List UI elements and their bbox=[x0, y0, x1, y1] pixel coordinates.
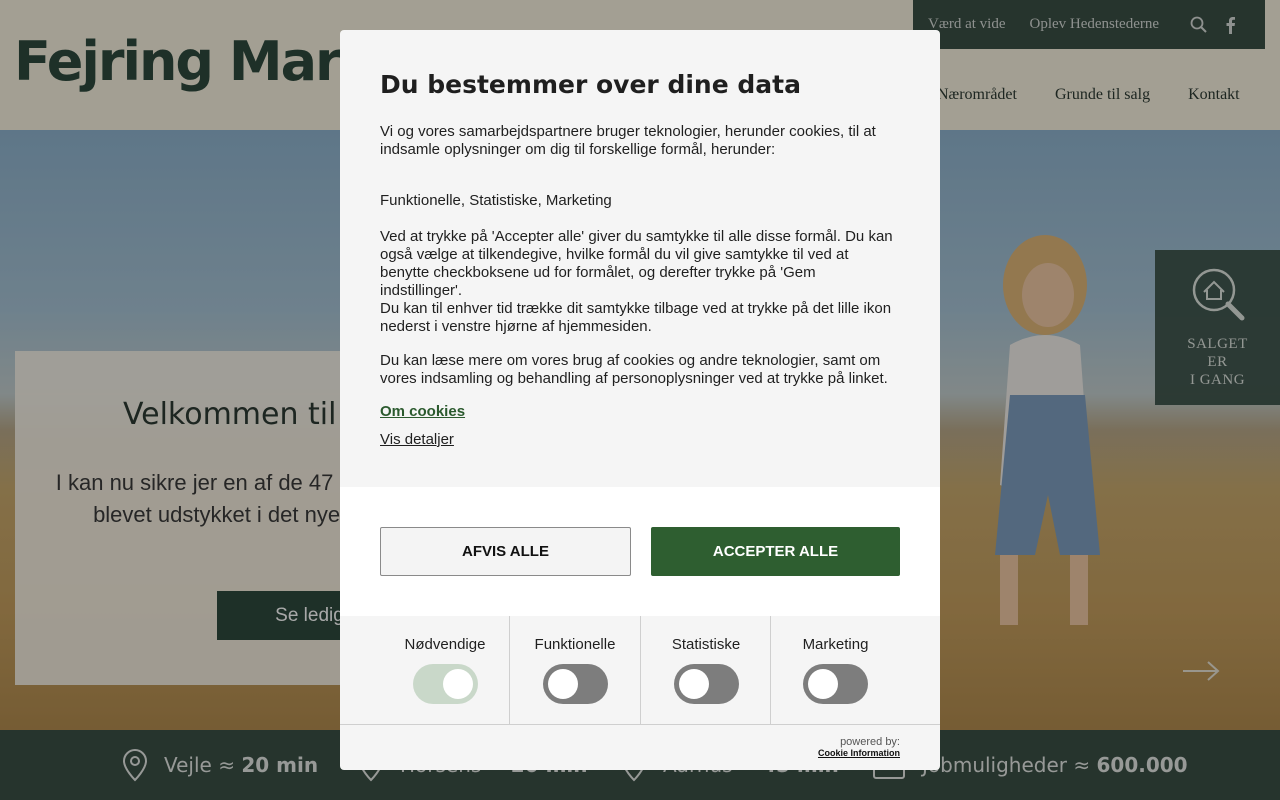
consent-body: Du bestemmer over dine data Vi og vores … bbox=[340, 30, 940, 487]
statistics-switch[interactable] bbox=[673, 664, 739, 704]
necessary-switch bbox=[412, 664, 478, 704]
reject-all-button[interactable]: AFVIS ALLE bbox=[380, 527, 631, 576]
consent-category-toggles: Nødvendige Funktionelle Statistiske Mark… bbox=[340, 616, 940, 725]
switch-knob bbox=[442, 669, 473, 699]
consent-withdraw-info: Du kan til enhver tid trække dit samtykk… bbox=[380, 300, 892, 335]
switch-knob bbox=[547, 669, 578, 699]
toggle-necessary: Nødvendige bbox=[380, 616, 510, 725]
powered-by-text: powered by: bbox=[840, 736, 900, 748]
functional-switch[interactable] bbox=[542, 664, 608, 704]
accept-all-button[interactable]: ACCEPTER ALLE bbox=[651, 527, 900, 576]
consent-purposes-text: Funktionelle, Statistiske, Marketing bbox=[380, 192, 612, 209]
consent-accept-info: Ved at trykke på 'Accepter alle' giver d… bbox=[380, 228, 893, 299]
cookie-consent-dialog: Du bestemmer over dine data Vi og vores … bbox=[340, 30, 940, 770]
toggle-marketing: Marketing bbox=[770, 616, 900, 725]
toggle-label: Nødvendige bbox=[404, 636, 486, 653]
marketing-switch[interactable] bbox=[803, 664, 868, 704]
toggle-label: Marketing bbox=[802, 636, 869, 653]
consent-title: Du bestemmer over dine data bbox=[380, 70, 801, 99]
show-details-link[interactable]: Vis detaljer bbox=[380, 431, 454, 448]
about-cookies-link[interactable]: Om cookies bbox=[380, 403, 465, 420]
toggle-functional: Funktionelle bbox=[509, 616, 640, 725]
switch-knob bbox=[808, 669, 838, 699]
toggle-label: Statistiske bbox=[671, 636, 741, 653]
consent-more-info: Du kan læse mere om vores brug af cookie… bbox=[380, 352, 888, 387]
cookie-information-link[interactable]: Cookie Information bbox=[818, 748, 900, 758]
consent-intro-text: Vi og vores samarbejdspartnere bruger te… bbox=[380, 123, 876, 158]
consent-button-row: AFVIS ALLE ACCEPTER ALLE bbox=[340, 487, 940, 616]
switch-knob bbox=[678, 669, 709, 699]
powered-by: powered by: Cookie Information bbox=[818, 736, 900, 758]
toggle-statistics: Statistiske bbox=[640, 616, 771, 725]
toggle-label: Funktionelle bbox=[534, 636, 616, 653]
